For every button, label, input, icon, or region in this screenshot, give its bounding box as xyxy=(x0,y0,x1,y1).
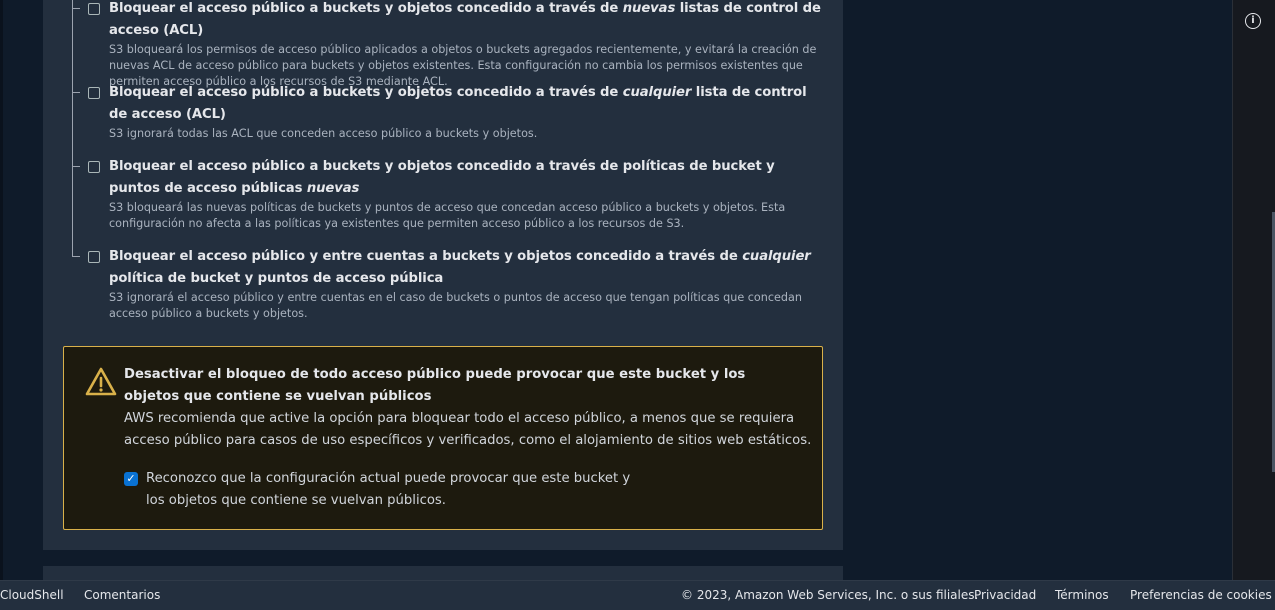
warning-alert: Desactivar el bloqueo de todo acceso púb… xyxy=(63,346,823,530)
option-description: S3 ignorará el acceso público y entre cu… xyxy=(109,291,802,320)
warning-icon xyxy=(85,367,117,396)
tree-branch xyxy=(72,166,80,167)
option-title: Bloquear el acceso público a buckets y o… xyxy=(109,1,821,38)
cloudshell-link[interactable]: CloudShell xyxy=(0,588,64,602)
option-description: S3 bloqueará las nuevas políticas de buc… xyxy=(109,201,786,230)
option-title: Bloquear el acceso público y entre cuent… xyxy=(109,249,811,286)
copyright-text: © 2023, Amazon Web Services, Inc. o sus … xyxy=(681,588,979,602)
option-text: Bloquear el acceso público a buckets y o… xyxy=(109,1,825,90)
option-text: Bloquear el acceso público y entre cuent… xyxy=(109,249,825,322)
next-panel xyxy=(43,566,843,580)
option-text: Bloquear el acceso público a buckets y o… xyxy=(109,159,825,232)
tree-line xyxy=(72,0,73,257)
option-title: Bloquear el acceso público a buckets y o… xyxy=(109,85,807,122)
checkbox-new-policies[interactable] xyxy=(88,161,100,173)
terms-link[interactable]: Términos xyxy=(1055,588,1109,602)
warning-body: AWS recomienda que active la opción para… xyxy=(124,411,812,448)
option-text: Bloquear el acceso público a buckets y o… xyxy=(109,85,825,142)
option-description: S3 ignorará todas las ACL que conceden a… xyxy=(109,127,538,140)
checkbox-new-acls[interactable] xyxy=(88,3,100,15)
cookie-preferences-link[interactable]: Preferencias de cookies xyxy=(1130,588,1272,602)
tree-branch xyxy=(72,8,80,9)
acknowledge-label[interactable]: Reconozco que la configuración actual pu… xyxy=(146,468,646,512)
checkbox-any-acls[interactable] xyxy=(88,87,100,99)
warning-title: Desactivar el bloqueo de todo acceso púb… xyxy=(124,367,746,404)
privacy-link[interactable]: Privacidad xyxy=(974,588,1036,602)
option-title: Bloquear el acceso público a buckets y o… xyxy=(109,159,775,196)
tree-branch xyxy=(72,256,80,257)
right-rail xyxy=(1232,0,1275,580)
console-footer: CloudShell Comentarios © 2023, Amazon We… xyxy=(0,580,1275,610)
acknowledge-checkbox[interactable]: ✓ xyxy=(124,472,138,486)
tree-branch xyxy=(72,92,80,93)
checkbox-any-policies[interactable] xyxy=(88,251,100,263)
s3-console-page: Bloquear el acceso público a buckets y o… xyxy=(0,0,1275,610)
info-icon[interactable]: i xyxy=(1245,13,1261,29)
feedback-link[interactable]: Comentarios xyxy=(84,588,160,602)
